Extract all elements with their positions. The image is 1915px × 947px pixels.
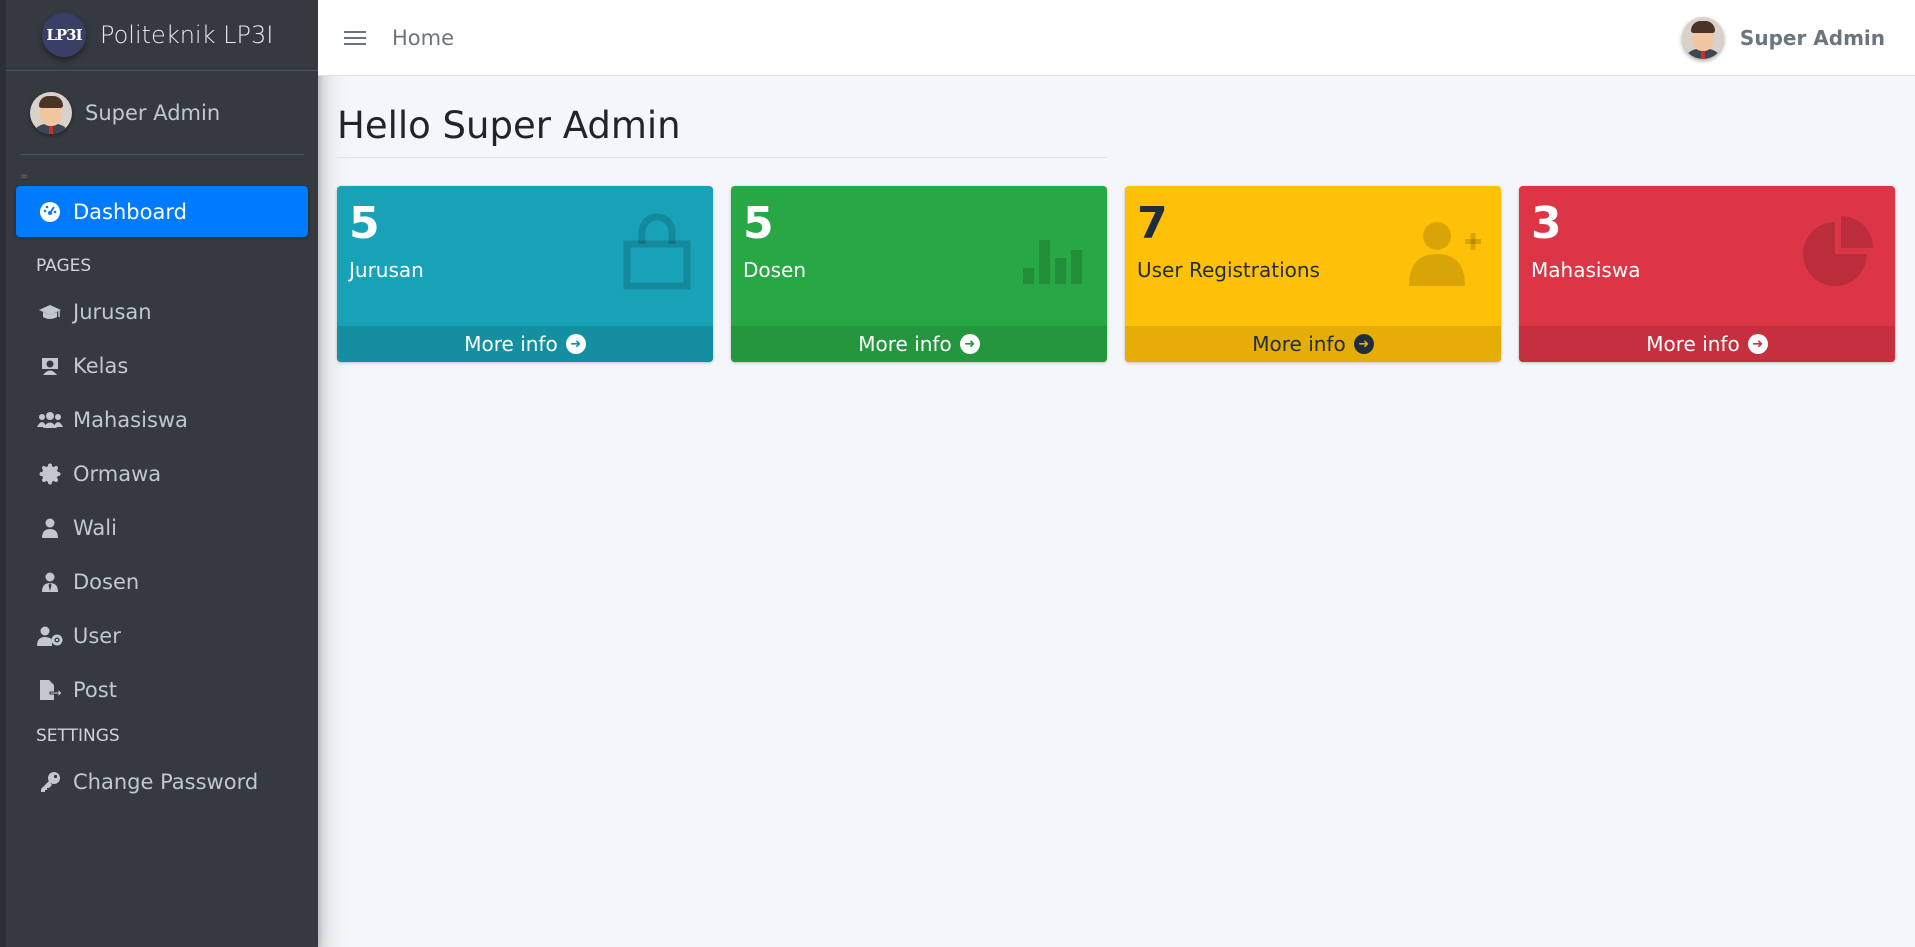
sidebar-item-label: Ormawa — [73, 462, 162, 486]
top-navbar: Home Super Admin — [318, 0, 1915, 76]
graduation-cap-icon — [37, 299, 63, 325]
sidebar-item-label: Change Password — [73, 770, 259, 794]
arrow-circle-right-icon: ➜ — [959, 334, 980, 354]
stat-box-dosen: 5 Dosen More info ➜ — [731, 186, 1107, 362]
brand-logo: LP3I — [42, 13, 86, 57]
key-icon — [37, 769, 63, 795]
arrow-circle-right-icon: ➜ — [565, 334, 586, 354]
sidebar-item-label: Jurusan — [73, 300, 152, 324]
arrow-circle-right-icon: ➜ — [1353, 334, 1374, 354]
avatar — [1681, 16, 1724, 59]
more-info-label: More info — [858, 332, 952, 356]
more-info-label: More info — [1252, 332, 1346, 356]
sidebar-item-label: User — [73, 624, 121, 648]
sidebar-item-jurusan[interactable]: Jurusan — [16, 285, 308, 339]
bar-chart-icon — [1023, 240, 1082, 284]
stat-box-user-registrations: 7 User Registrations More info ➜ — [1125, 186, 1501, 362]
sidebar-item-label: Dosen — [73, 570, 140, 594]
title-divider — [337, 157, 1107, 158]
home-link[interactable]: Home — [392, 26, 454, 50]
sidebar-item-dosen[interactable]: Dosen — [16, 555, 308, 609]
sidebar-item-ormawa[interactable]: Ormawa — [16, 447, 308, 501]
settings-header: SETTINGS — [36, 726, 120, 746]
file-export-icon — [37, 677, 63, 703]
user-cog-icon — [37, 623, 63, 649]
sidebar-nav: Dashboard PAGES Jurusan Kelas Mahasiswa — [6, 186, 318, 809]
sidebar-item-mahasiswa[interactable]: Mahasiswa — [16, 393, 308, 447]
nav-divider: = — [20, 171, 29, 182]
menu-toggle-icon[interactable] — [344, 27, 366, 49]
sidebar-item-label: Post — [73, 678, 117, 702]
more-info-link[interactable]: More info ➜ — [1125, 326, 1501, 362]
arrow-circle-right-icon: ➜ — [1747, 334, 1768, 354]
user-icon — [37, 515, 63, 541]
sidebar-item-label: Wali — [73, 516, 117, 540]
avatar — [30, 91, 72, 134]
sidebar-item-wali[interactable]: Wali — [16, 501, 308, 555]
more-info-link[interactable]: More info ➜ — [1519, 326, 1895, 362]
shopping-bag-icon — [623, 213, 691, 290]
pie-chart-icon — [1803, 216, 1873, 286]
sidebar-item-change-password[interactable]: Change Password — [16, 755, 308, 809]
sidebar-item-post[interactable]: Post — [16, 663, 308, 717]
more-info-link[interactable]: More info ➜ — [337, 326, 713, 362]
more-info-label: More info — [464, 332, 558, 356]
page-title: Hello Super Admin — [337, 104, 681, 147]
navbar-user-name[interactable]: Super Admin — [1740, 26, 1885, 50]
sidebar-item-kelas[interactable]: Kelas — [16, 339, 308, 393]
content-wrapper: Hello Super Admin 5 Jurusan More info ➜ … — [337, 76, 1897, 362]
main-sidebar: LP3I Politeknik LP3I Super Admin = Dashb… — [0, 0, 318, 947]
brand-text: Politeknik LP3I — [100, 21, 274, 49]
sidebar-item-label: Mahasiswa — [73, 408, 188, 432]
navbar-user-menu[interactable]: Super Admin — [1681, 16, 1885, 59]
user-tie-icon — [37, 569, 63, 595]
more-info-label: More info — [1646, 332, 1740, 356]
sidebar-item-user[interactable]: User — [16, 609, 308, 663]
users-icon — [37, 407, 63, 433]
stat-boxes: 5 Jurusan More info ➜ 5 Dosen More info … — [337, 186, 1897, 362]
chalkboard-teacher-icon — [37, 353, 63, 379]
sidebar-item-label: Kelas — [73, 354, 129, 378]
sidebar-user-panel[interactable]: Super Admin — [20, 71, 304, 155]
stat-box-jurusan: 5 Jurusan More info ➜ — [337, 186, 713, 362]
certificate-icon — [37, 461, 63, 487]
tachometer-icon — [37, 199, 63, 225]
pages-header: PAGES — [36, 256, 92, 276]
sidebar-user-name[interactable]: Super Admin — [85, 101, 220, 125]
brand-link[interactable]: LP3I Politeknik LP3I — [6, 0, 318, 71]
more-info-link[interactable]: More info ➜ — [731, 326, 1107, 362]
sidebar-item-dashboard[interactable]: Dashboard — [16, 186, 308, 237]
sidebar-item-label: Dashboard — [73, 199, 187, 224]
user-plus-icon — [1409, 222, 1481, 286]
stat-box-mahasiswa: 3 Mahasiswa More info ➜ — [1519, 186, 1895, 362]
